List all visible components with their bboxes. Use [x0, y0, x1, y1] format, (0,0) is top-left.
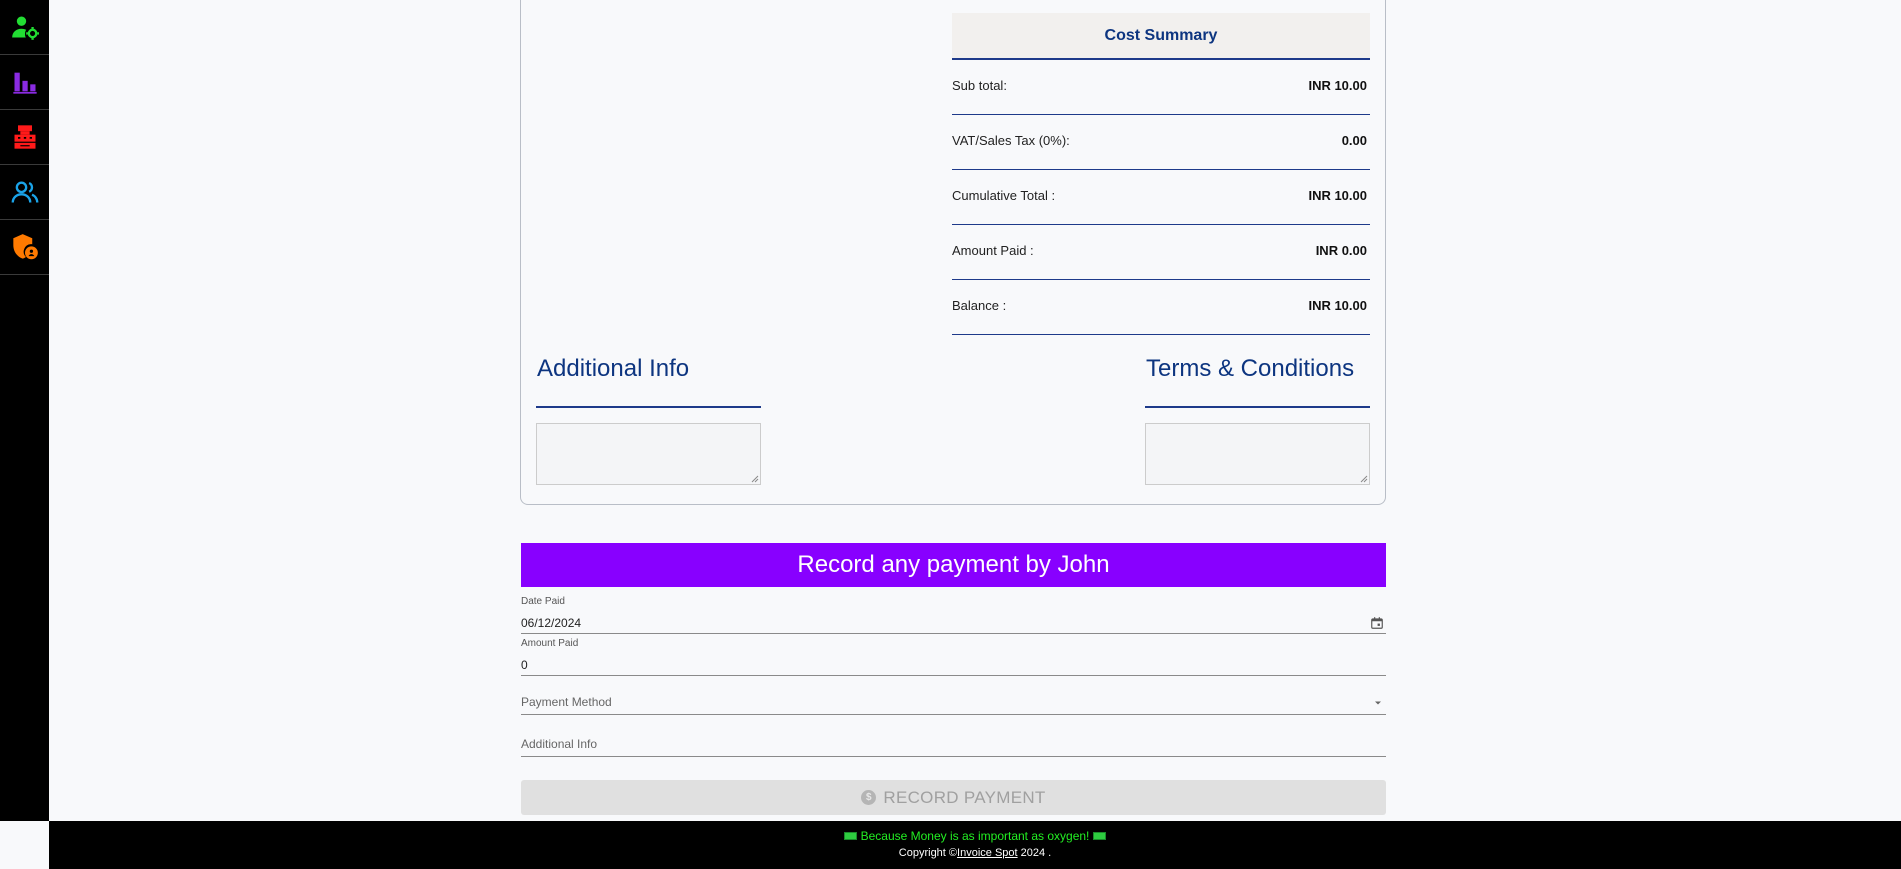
- cost-summary-title: Cost Summary: [952, 13, 1370, 60]
- cumulative-total-value: INR 10.00: [1308, 188, 1367, 203]
- date-paid-field[interactable]: Date Paid 06/12/2024: [521, 596, 1386, 634]
- tax-value: 0.00: [1341, 133, 1367, 148]
- copyright-prefix: Copyright ©: [898, 847, 958, 859]
- tax-row: VAT/Sales Tax (0%): 0.00: [952, 115, 1370, 170]
- payment-additional-info-field[interactable]: Additional Info: [521, 731, 1386, 757]
- payment-method-select[interactable]: Payment Method: [521, 689, 1386, 715]
- footer: Because Money is as important as oxygen!…: [49, 821, 1901, 869]
- subtotal-label: Sub total:: [952, 78, 1007, 93]
- terms-textarea[interactable]: [1145, 423, 1370, 485]
- amount-paid-value: INR 0.00: [1315, 243, 1367, 258]
- money-icon: [1093, 831, 1107, 840]
- amount-paid-field[interactable]: Amount Paid 0: [521, 638, 1386, 676]
- date-paid-label: Date Paid: [521, 596, 565, 607]
- date-paid-value[interactable]: 06/12/2024: [521, 616, 581, 630]
- payment-additional-info-placeholder: Additional Info: [521, 737, 598, 751]
- record-payment-label: RECORD PAYMENT: [883, 787, 1046, 807]
- cash-register-icon: [14, 125, 35, 149]
- balance-value: INR 10.00: [1308, 298, 1367, 313]
- resize-grip-icon[interactable]: [1360, 475, 1368, 483]
- payment-method-placeholder: Payment Method: [521, 695, 612, 709]
- amount-paid-label: Amount Paid :: [952, 243, 1034, 258]
- subtotal-row: Sub total: INR 10.00: [952, 60, 1370, 115]
- balance-row: Balance : INR 10.00: [952, 280, 1370, 335]
- footer-tagline-text: Because Money is as important as oxygen!: [860, 829, 1090, 843]
- sidebar-item-admin[interactable]: [0, 220, 49, 275]
- calendar-icon[interactable]: [1370, 616, 1384, 630]
- money-icon: [843, 831, 857, 840]
- amount-paid-input-value[interactable]: 0: [521, 658, 528, 672]
- bar-chart-icon: [12, 72, 37, 94]
- terms-divider: [1145, 406, 1370, 408]
- terms-title: Terms & Conditions: [1146, 355, 1355, 382]
- user-settings-icon: [11, 16, 39, 40]
- cost-summary: Cost Summary Sub total: INR 10.00 VAT/Sa…: [952, 13, 1370, 335]
- subtotal-value: INR 10.00: [1308, 78, 1367, 93]
- resize-grip-icon[interactable]: [751, 475, 759, 483]
- brand-link[interactable]: Invoice Spot: [957, 847, 1018, 859]
- chevron-down-icon[interactable]: [1372, 697, 1384, 709]
- additional-info-divider: [536, 406, 761, 408]
- footer-copyright: Copyright ©Invoice Spot 2024 .: [49, 847, 1901, 859]
- amount-paid-row: Amount Paid : INR 0.00: [952, 225, 1370, 280]
- sidebar-item-sales[interactable]: [0, 110, 49, 165]
- payment-banner: Record any payment by John: [521, 543, 1386, 587]
- sidebar-item-customers[interactable]: [0, 165, 49, 220]
- sidebar-item-user-settings[interactable]: [0, 0, 49, 55]
- sidebar-item-reports[interactable]: [0, 55, 49, 110]
- footer-tagline: Because Money is as important as oxygen!: [49, 829, 1901, 843]
- users-icon: [11, 181, 38, 203]
- sidebar: [0, 0, 49, 821]
- tax-label: VAT/Sales Tax (0%):: [952, 133, 1070, 148]
- cumulative-total-label: Cumulative Total :: [952, 188, 1056, 203]
- balance-label: Balance :: [952, 298, 1007, 313]
- copyright-suffix: 2024 .: [1017, 847, 1052, 859]
- record-payment-button[interactable]: $ RECORD PAYMENT: [521, 780, 1386, 815]
- additional-info-title: Additional Info: [537, 355, 690, 382]
- cumulative-total-row: Cumulative Total : INR 10.00: [952, 170, 1370, 225]
- additional-info-textarea[interactable]: [536, 423, 761, 485]
- shield-lock-icon: [12, 234, 38, 260]
- amount-paid-input-label: Amount Paid: [521, 638, 579, 649]
- dollar-coin-icon: $: [861, 790, 877, 805]
